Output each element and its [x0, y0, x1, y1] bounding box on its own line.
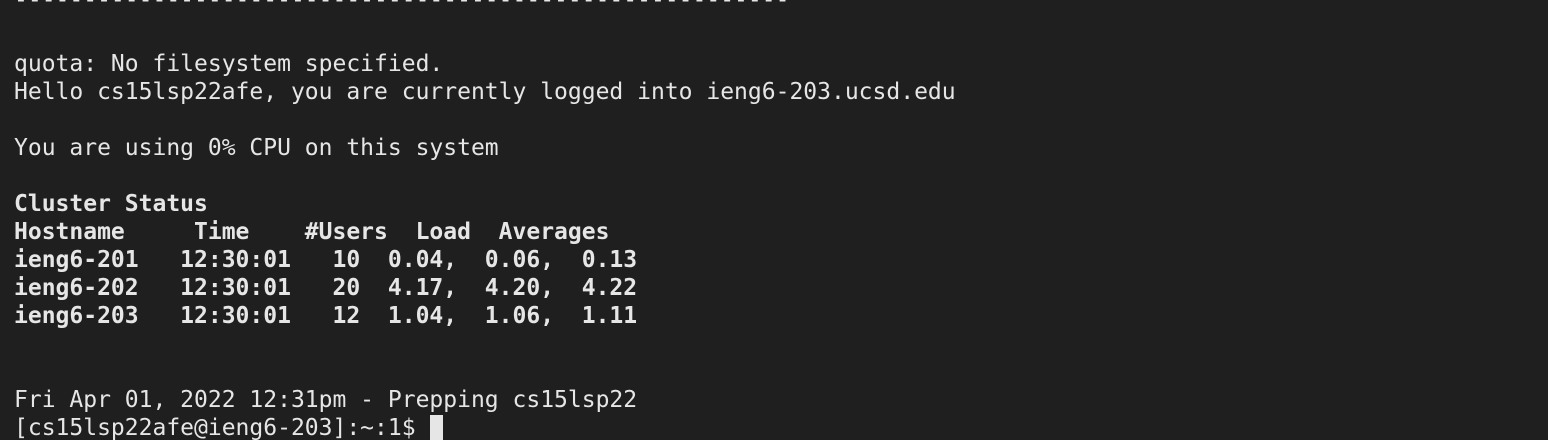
cluster-row-text: ieng6-203 12:30:01 12 1.04, 1.06, 1.11 — [14, 303, 638, 329]
cluster-row: ieng6-201 12:30:01 10 0.04, 0.06, 0.13 — [14, 246, 637, 274]
cluster-row: ieng6-202 12:30:01 20 4.17, 4.20, 4.22 — [14, 274, 637, 302]
terminal-window[interactable]: ----------------------------------------… — [0, 0, 1548, 440]
cpu-usage-message: You are using 0% CPU on this system — [14, 135, 499, 161]
cluster-status-title: Cluster Status — [14, 191, 208, 217]
timestamp-message: Fri Apr 01, 2022 12:31pm - Prepping cs15… — [14, 387, 638, 413]
shell-prompt: [cs15lsp22afe@ieng6-203]:~:1$ — [14, 415, 430, 440]
text-cursor[interactable] — [430, 415, 444, 440]
command-prompt-line[interactable]: [cs15lsp22afe@ieng6-203]:~:1$ — [14, 414, 444, 440]
quota-message: quota: No filesystem specified. — [14, 51, 444, 77]
separator-line: ----------------------------------------… — [14, 0, 790, 13]
cluster-row-text: ieng6-202 12:30:01 20 4.17, 4.20, 4.22 — [14, 275, 638, 301]
cluster-table-header: Hostname Time #Users Load Averages — [14, 219, 610, 245]
cluster-row: ieng6-203 12:30:01 12 1.04, 1.06, 1.11 — [14, 302, 637, 330]
login-greeting: Hello cs15lsp22afe, you are currently lo… — [14, 79, 956, 105]
cluster-row-text: ieng6-201 12:30:01 10 0.04, 0.06, 0.13 — [14, 247, 638, 273]
